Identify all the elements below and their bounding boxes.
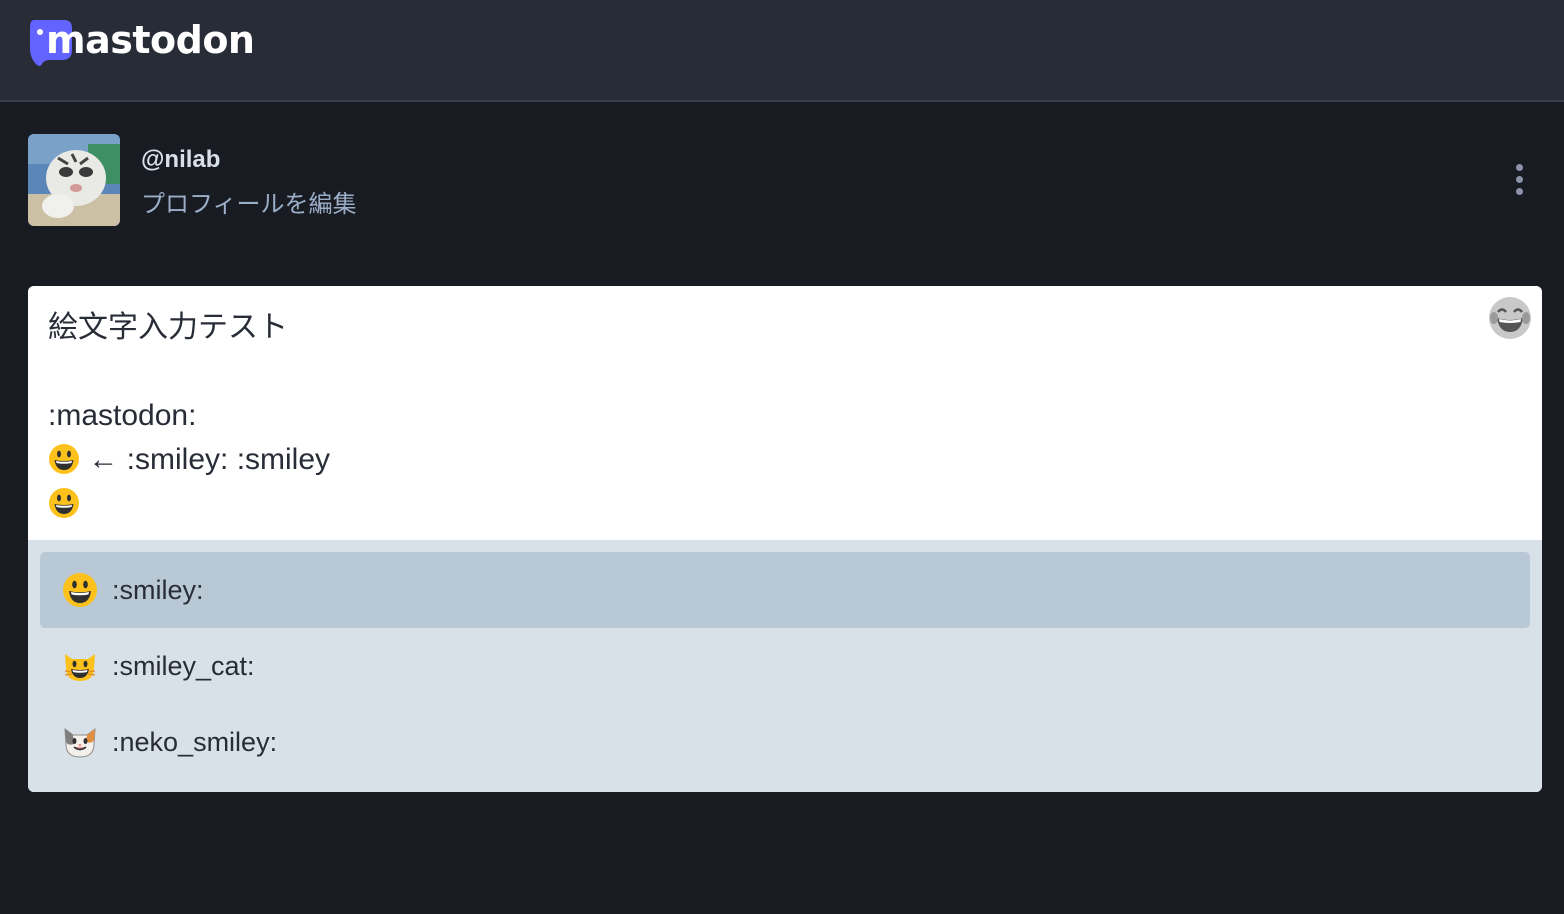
logo-wordmark: mastodon	[46, 18, 255, 62]
mastodon-logo[interactable]: mastodon	[28, 18, 255, 72]
suggestion-label: :neko_smiley:	[112, 726, 278, 757]
avatar[interactable]	[28, 134, 120, 226]
compose-line-5	[48, 482, 1522, 526]
suggestion-label: :smiley_cat:	[112, 650, 255, 681]
compose-textarea[interactable]: 絵文字入力テスト :mastodon: ← :smiley: :smiley	[28, 286, 1542, 540]
top-bar: mastodon	[0, 0, 1564, 102]
suggestion-neko-smiley[interactable]: :neko_smiley:	[40, 704, 1530, 780]
smiley-emoji-icon	[49, 444, 79, 474]
compose-form: 絵文字入力テスト :mastodon: ← :smiley: :smiley:…	[28, 286, 1542, 792]
smiley-emoji-icon	[49, 488, 79, 518]
neko-smiley-emoji-icon	[64, 727, 96, 758]
account-handle[interactable]: @nilab	[141, 146, 220, 174]
emoji-suggestions: :smiley: :smiley_cat: :neko_smiley:	[28, 540, 1542, 792]
vertical-ellipsis-icon[interactable]	[1510, 160, 1528, 200]
compose-line-4-text: ← :smiley: :smiley	[88, 443, 331, 476]
edit-profile-link[interactable]: プロフィールを編集	[141, 184, 357, 219]
account-panel: @nilab プロフィールを編集	[28, 134, 1536, 226]
suggestion-smiley[interactable]: :smiley:	[40, 552, 1530, 628]
compose-line-3: :mastodon:	[48, 399, 197, 432]
compose-line-1: 絵文字入力テスト	[48, 310, 288, 345]
suggestion-smiley-cat[interactable]: :smiley_cat:	[40, 628, 1530, 704]
suggestion-label: :smiley:	[112, 574, 204, 605]
laughing-tears-emoji-icon[interactable]	[1488, 296, 1532, 340]
smiley-emoji-icon	[63, 573, 97, 607]
smiley-cat-emoji-icon	[64, 654, 96, 681]
compose-line-4: ← :smiley: :smiley	[48, 438, 1522, 482]
compose-line-2	[48, 350, 1522, 394]
